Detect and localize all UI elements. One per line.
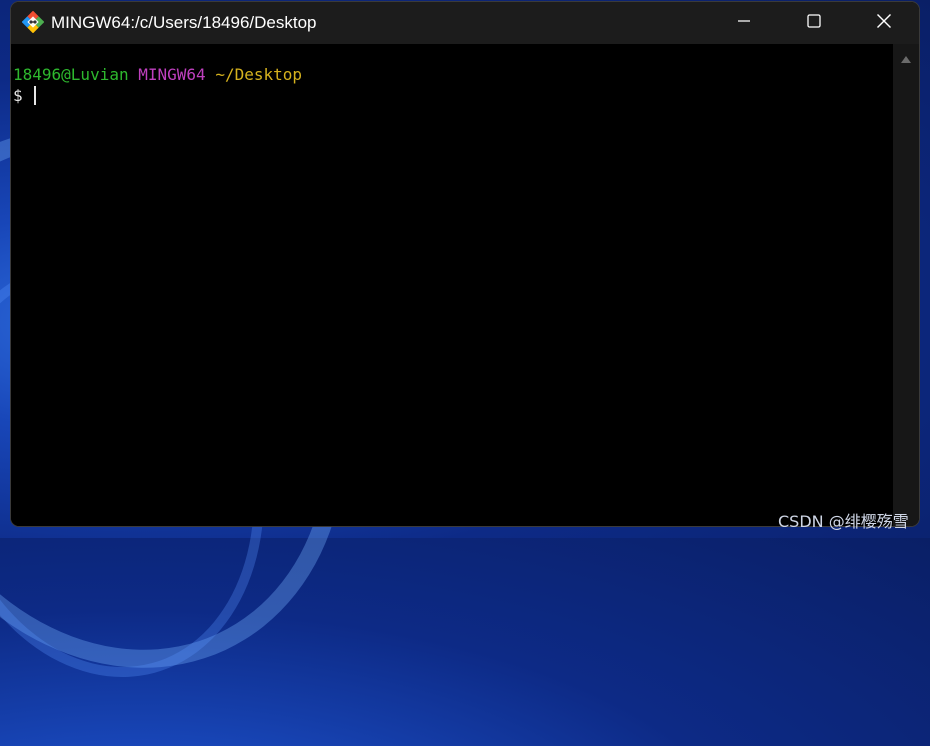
- terminal-output[interactable]: 18496@Luvian MINGW64 ~/Desktop $: [11, 44, 893, 526]
- title-bar[interactable]: MINGW64:/c/Users/18496/Desktop: [11, 2, 919, 44]
- maximize-button[interactable]: [779, 2, 849, 44]
- vertical-scrollbar[interactable]: [893, 44, 919, 526]
- text-cursor: [34, 86, 37, 105]
- prompt-user: 18496@Luvian: [13, 65, 129, 84]
- prompt-line: 18496@Luvian MINGW64 ~/Desktop: [13, 64, 302, 85]
- minimize-button[interactable]: [709, 2, 779, 44]
- prompt-host: MINGW64: [138, 65, 206, 84]
- terminal-window: MINGW64:/c/Users/18496/Desktop 18496@Luv…: [11, 2, 919, 526]
- maximize-icon: [807, 13, 821, 33]
- git-bash-icon[interactable]: [21, 10, 45, 34]
- close-icon: [876, 13, 892, 34]
- command-line[interactable]: $: [13, 85, 37, 106]
- close-button[interactable]: [849, 2, 919, 44]
- prompt-symbol: $: [13, 86, 23, 105]
- window-title: MINGW64:/c/Users/18496/Desktop: [51, 13, 317, 32]
- minimize-icon: [737, 14, 751, 33]
- prompt-path: ~/Desktop: [215, 65, 303, 84]
- csdn-watermark: CSDN @绯樱殇雪: [778, 512, 909, 531]
- scroll-up-arrow-icon[interactable]: [901, 56, 911, 63]
